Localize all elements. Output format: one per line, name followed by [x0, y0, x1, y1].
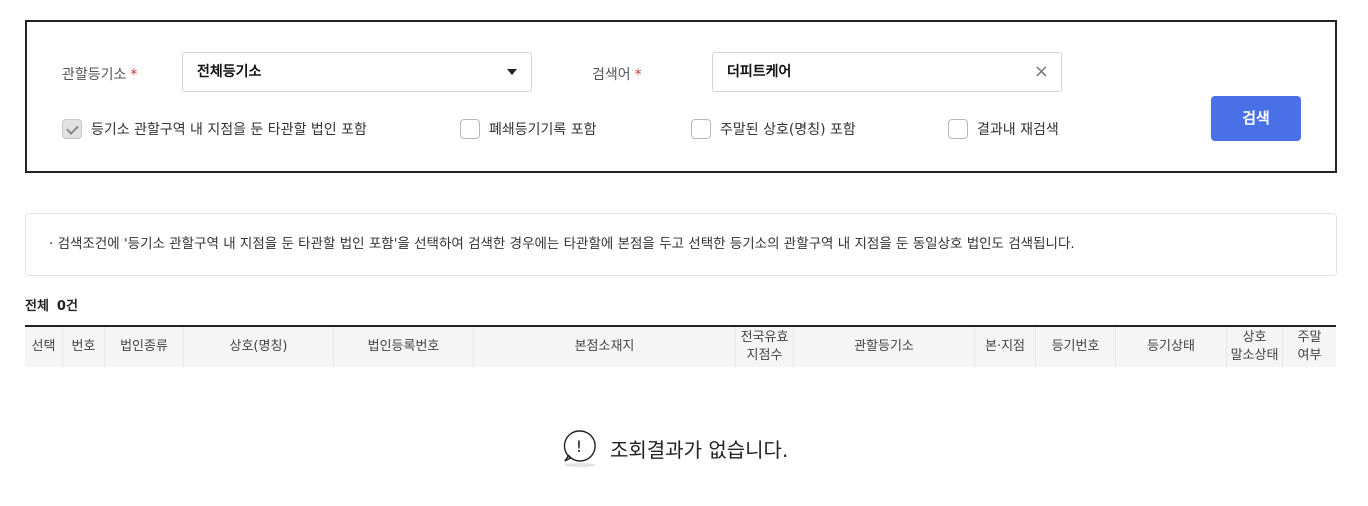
option-include-closed[interactable]: 폐쇄등기기록 포함	[460, 119, 597, 139]
result-total: 전체 0건	[25, 299, 78, 314]
column-header[interactable]: 상호 말소상태	[1227, 327, 1283, 367]
column-header[interactable]: 주말 여부	[1283, 327, 1336, 367]
search-notice: · 검색조건에 '등기소 관할구역 내 지점을 둔 타관할 법인 포함'을 선택…	[25, 213, 1337, 276]
column-header[interactable]: 등기번호	[1036, 327, 1116, 367]
keyword-label: 검색어 *	[592, 67, 642, 83]
registry-select[interactable]: 전체등기소	[182, 52, 532, 92]
keyword-input[interactable]: 더피트케어 ×	[712, 52, 1062, 92]
checkbox-icon[interactable]	[948, 119, 968, 139]
checkbox-icon[interactable]	[62, 119, 82, 139]
required-mark: *	[130, 67, 138, 83]
clear-icon[interactable]: ×	[1034, 53, 1049, 91]
registry-label: 관할등기소 *	[62, 67, 138, 83]
search-panel: 관할등기소 * 전체등기소 검색어 * 더피트케어 × 등기소 관할구역 내 지점을…	[25, 20, 1337, 173]
option-include-dormant[interactable]: 주말된 상호(명칭) 포함	[691, 119, 856, 139]
column-header[interactable]: 관할등기소	[794, 327, 975, 367]
column-header[interactable]: 법인종류	[105, 327, 184, 367]
caret-down-icon	[507, 69, 517, 75]
checkbox-icon[interactable]	[460, 119, 480, 139]
column-header[interactable]: 법인등록번호	[334, 327, 474, 367]
exclamation-mark: !	[576, 437, 582, 456]
column-header[interactable]: 상호(명칭)	[184, 327, 334, 367]
column-header[interactable]: 등기상태	[1116, 327, 1227, 367]
column-header[interactable]: 본점소재지	[474, 327, 736, 367]
result-count: 0건	[56, 299, 78, 314]
exclamation-icon: !	[563, 430, 596, 467]
result-table-header: 선택 번호 법인종류 상호(명칭) 법인등록번호 본점소재지 전국유효 지점수 …	[25, 325, 1336, 367]
checkbox-icon[interactable]	[691, 119, 711, 139]
column-header[interactable]: 본·지점	[975, 327, 1036, 367]
empty-message: 조회결과가 없습니다.	[610, 437, 789, 462]
column-header[interactable]: 전국유효 지점수	[736, 327, 794, 367]
option-include-branch[interactable]: 등기소 관할구역 내 지점을 둔 타관할 법인 포함	[62, 119, 367, 139]
search-button[interactable]: 검색	[1211, 96, 1301, 141]
required-mark: *	[634, 67, 642, 83]
column-header[interactable]: 선택	[25, 327, 63, 367]
empty-result: ! 조회결과가 없습니다.	[560, 428, 788, 468]
option-search-within[interactable]: 결과내 재검색	[948, 119, 1059, 139]
column-header[interactable]: 번호	[63, 327, 105, 367]
